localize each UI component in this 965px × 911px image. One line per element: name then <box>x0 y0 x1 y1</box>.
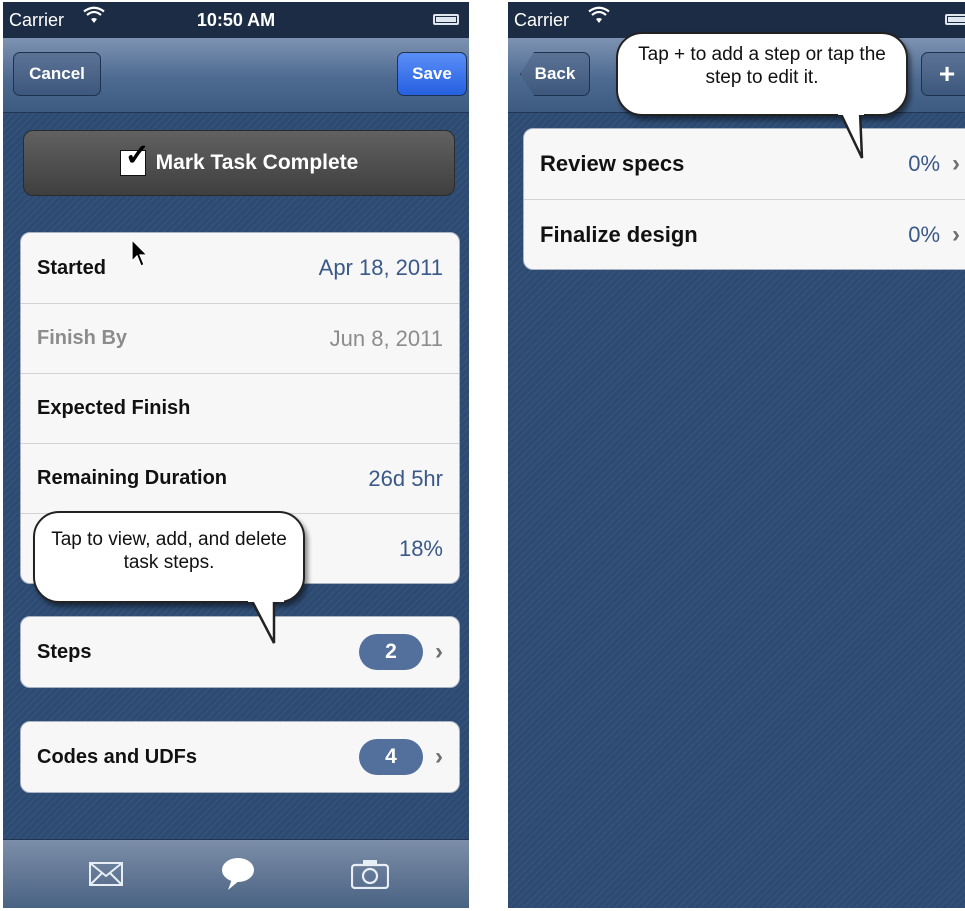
row-value: 26d 5hr <box>368 465 443 491</box>
save-button[interactable]: Save <box>397 52 467 96</box>
chevron-right-icon: › <box>952 150 960 177</box>
steps-count-badge: 2 <box>359 634 423 670</box>
add-step-callout: Tap + to add a step or tap the step to e… <box>616 32 908 116</box>
back-button[interactable]: Back <box>520 52 590 96</box>
mark-task-complete-button[interactable]: ✓ Mark Task Complete <box>23 130 455 196</box>
remaining-duration-row[interactable]: Remaining Duration 26d 5hr <box>21 443 459 513</box>
row-value: Apr 18, 2011 <box>318 255 443 280</box>
started-row[interactable]: Started Apr 18, 2011 <box>21 233 459 303</box>
status-bar: Carrier 10:50 AM <box>3 2 469 38</box>
steps-row[interactable]: Steps 2 › <box>21 617 459 687</box>
row-label: Started <box>37 256 106 279</box>
callout-pointer <box>838 112 864 159</box>
mouse-cursor-icon <box>131 239 149 267</box>
mail-icon[interactable] <box>83 854 129 894</box>
chevron-right-icon: › <box>435 743 443 770</box>
step-percent: 0% <box>908 221 940 247</box>
list-item[interactable]: Finalize design 0% › <box>524 199 965 269</box>
step-percent: 0% <box>908 151 940 176</box>
task-edit-screen: Carrier 10:50 AM Cancel Save ✓ Mark Task… <box>3 2 469 908</box>
nav-bar: Cancel Save <box>3 38 469 113</box>
row-value: Jun 8, 2011 <box>329 325 443 351</box>
row-label: Finish By <box>37 327 128 349</box>
row-label: Remaining Duration <box>37 467 228 489</box>
steps-group: Steps 2 › <box>20 616 460 688</box>
steps-label: Steps <box>37 640 92 663</box>
battery-icon <box>433 14 459 25</box>
checkmark-icon: ✓ <box>124 139 150 172</box>
checkbox-icon: ✓ <box>119 141 150 176</box>
codes-udfs-row[interactable]: Codes and UDFs 4 › <box>21 722 459 792</box>
comment-icon[interactable] <box>215 854 261 894</box>
steps-list: Review specs 0% › Finalize design 0% › <box>523 128 965 270</box>
step-name: Review specs <box>540 151 685 176</box>
chevron-right-icon: › <box>435 638 443 665</box>
add-step-callout-text: Tap + to add a step or tap the step to e… <box>638 44 886 88</box>
step-name: Finalize design <box>540 221 698 247</box>
toolbar <box>3 839 469 908</box>
codes-group: Codes and UDFs 4 › <box>20 721 460 793</box>
mark-task-complete-label: Mark Task Complete <box>155 151 359 174</box>
wifi-icon <box>588 6 610 31</box>
list-item[interactable]: Review specs 0% › <box>524 129 965 199</box>
callout-pointer <box>248 599 284 644</box>
battery-icon <box>945 14 965 25</box>
codes-count-badge: 4 <box>359 739 423 775</box>
steps-callout: Tap to view, add, and delete task steps. <box>33 511 305 603</box>
camera-icon[interactable] <box>347 854 393 894</box>
finish-by-row[interactable]: Finish By Jun 8, 2011 <box>21 303 459 373</box>
cancel-button[interactable]: Cancel <box>13 52 101 96</box>
chevron-right-icon: › <box>952 220 960 248</box>
steps-list-screen: Carrier Back + Review specs 0% › Finaliz… <box>508 2 965 908</box>
status-time: 10:50 AM <box>196 10 276 30</box>
add-step-button[interactable]: + <box>921 52 965 96</box>
steps-callout-text: Tap to view, add, and delete task steps. <box>51 529 287 573</box>
codes-label: Codes and UDFs <box>37 745 198 768</box>
row-value: 18% <box>398 535 443 561</box>
expected-finish-row[interactable]: Expected Finish <box>21 373 459 443</box>
row-label: Expected Finish <box>37 397 191 419</box>
carrier-label: Carrier <box>514 10 570 30</box>
